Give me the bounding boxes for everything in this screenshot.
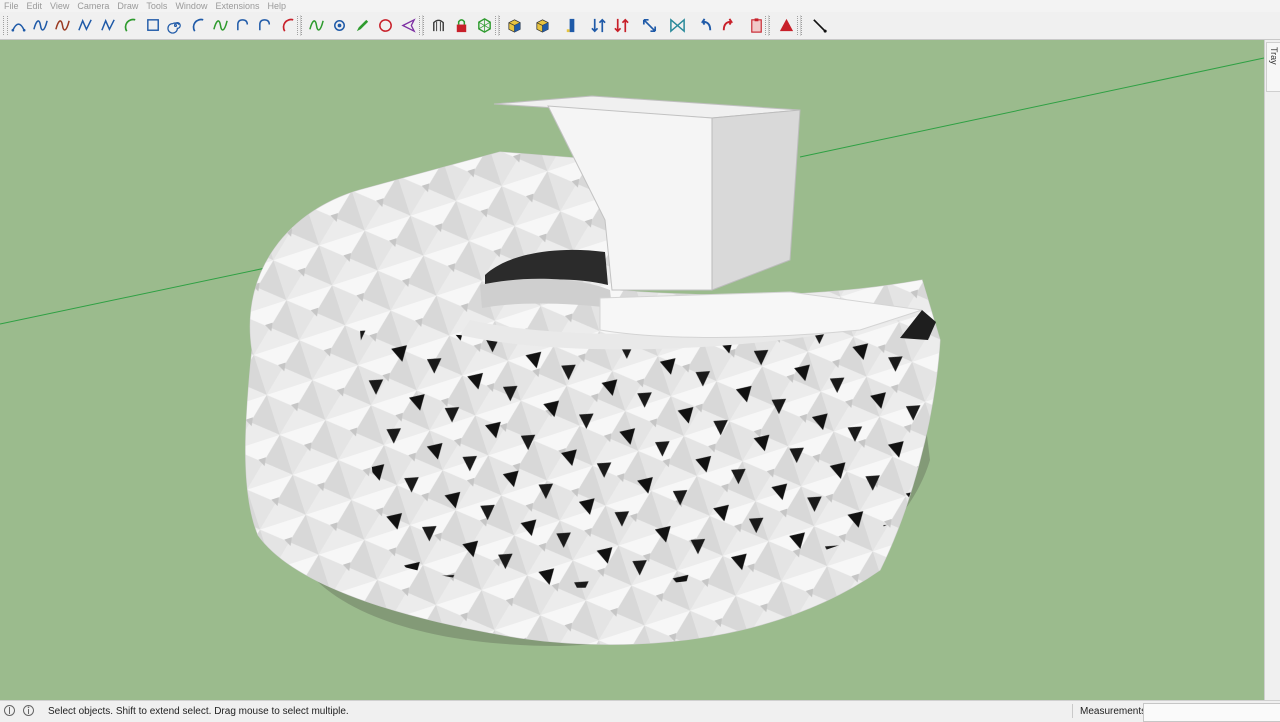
menu-window[interactable]: Window xyxy=(171,1,211,11)
solid-cube-button[interactable] xyxy=(532,15,553,36)
arch-curve-icon xyxy=(259,19,271,31)
spiral-button[interactable] xyxy=(165,15,186,36)
menu-tools[interactable]: Tools xyxy=(142,1,171,11)
status-bar: Select objects. Shift to extend select. … xyxy=(0,700,1280,722)
rectangle-tool-button[interactable] xyxy=(143,15,164,36)
line-draw-icon xyxy=(813,19,827,33)
polygon-circle-icon xyxy=(334,20,345,31)
hexagon-mesh-icon xyxy=(478,18,491,33)
bezier-curve-button[interactable] xyxy=(8,15,29,36)
red-arc-button[interactable] xyxy=(278,15,299,36)
push-pull-cube-icon xyxy=(508,19,521,33)
red-triangle-icon xyxy=(779,18,794,32)
pencil-tool-icon xyxy=(356,19,369,32)
clipboard-button[interactable] xyxy=(746,15,767,36)
spline-tool-icon xyxy=(33,20,48,31)
flip-arrows-button[interactable] xyxy=(611,15,632,36)
freehand-spline-button[interactable] xyxy=(52,15,73,36)
clipboard-icon xyxy=(751,18,762,33)
spiral-icon xyxy=(167,22,181,34)
default-tray[interactable]: Default Tray xyxy=(1264,40,1280,700)
menu-camera[interactable]: Camera xyxy=(73,1,113,11)
undo-curve-button[interactable] xyxy=(695,15,716,36)
toolbar-separator xyxy=(800,15,801,36)
polyline-curve-icon xyxy=(78,18,92,32)
info-icon[interactable] xyxy=(22,704,35,717)
move-up-down-button[interactable] xyxy=(588,15,609,36)
curve-node-button[interactable] xyxy=(98,15,119,36)
spline-tool-button[interactable] xyxy=(30,15,51,36)
toolbar-separator xyxy=(300,15,301,36)
lock-component-icon xyxy=(456,19,467,33)
catenary-curve-button[interactable] xyxy=(233,15,254,36)
green-axis-right xyxy=(799,57,1264,158)
line-weave-button[interactable] xyxy=(306,15,327,36)
measurements-field[interactable] xyxy=(1143,703,1280,722)
geo-location-icon[interactable] xyxy=(3,704,16,717)
status-divider xyxy=(1072,704,1073,718)
menu-edit[interactable]: Edit xyxy=(23,1,47,11)
red-arc-icon xyxy=(282,18,294,32)
pencil-tool-button[interactable] xyxy=(352,15,373,36)
polygon-circle-button[interactable] xyxy=(329,15,350,36)
measurements-label: Measurements xyxy=(1080,706,1147,717)
arc-tool-icon xyxy=(192,18,204,32)
menu-view[interactable]: View xyxy=(46,1,73,11)
red-triangle-button[interactable] xyxy=(776,15,797,36)
scale-diagonal-icon xyxy=(642,18,657,33)
extrude-column-button[interactable] xyxy=(561,15,582,36)
menu-file[interactable]: File xyxy=(0,1,23,11)
hexagon-mesh-button[interactable] xyxy=(474,15,495,36)
tray-label: Default Tray xyxy=(1269,47,1280,76)
freehand-spline-icon xyxy=(55,20,70,31)
box-side-face xyxy=(711,109,801,291)
circle-tool-button[interactable] xyxy=(375,15,396,36)
model-viewport[interactable] xyxy=(0,40,1264,700)
redo-curve-icon xyxy=(722,18,734,31)
arc-green-button[interactable] xyxy=(120,15,141,36)
polyline-curve-button[interactable] xyxy=(75,15,96,36)
catenary-curve-icon xyxy=(237,19,249,31)
lock-component-button[interactable] xyxy=(451,15,472,36)
menu-draw[interactable]: Draw xyxy=(113,1,142,11)
sine-curve-button[interactable] xyxy=(210,15,231,36)
redo-curve-button[interactable] xyxy=(718,15,739,36)
bowtie-frame-icon xyxy=(670,18,685,33)
solid-cube-icon xyxy=(536,19,549,33)
arch-curve-button[interactable] xyxy=(255,15,276,36)
line-draw-button[interactable] xyxy=(809,15,830,36)
bezier-curve-icon xyxy=(11,23,26,32)
line-weave-icon xyxy=(309,20,324,31)
bowtie-frame-button[interactable] xyxy=(667,15,688,36)
shell-component-button[interactable] xyxy=(428,15,449,36)
menu-extensions[interactable]: Extensions xyxy=(211,1,263,11)
rectangle-tool-icon xyxy=(147,19,159,31)
arc-tool-button[interactable] xyxy=(188,15,209,36)
tray-tab[interactable]: Default Tray xyxy=(1266,42,1280,92)
push-pull-cube-button[interactable] xyxy=(504,15,525,36)
model-canvas[interactable] xyxy=(0,40,1264,700)
curve-node-icon xyxy=(101,18,115,32)
undo-curve-icon xyxy=(700,18,712,31)
shell-component-icon xyxy=(433,19,444,32)
toolbar-separator xyxy=(498,15,499,36)
scale-diagonal-button[interactable] xyxy=(639,15,660,36)
green-axis-left xyxy=(0,265,276,325)
wedge-tool-icon xyxy=(401,18,416,33)
arc-green-icon xyxy=(124,18,136,32)
move-up-down-icon xyxy=(591,18,606,33)
menu-bar: File Edit View Camera Draw Tools Window Extensi… xyxy=(0,0,1280,12)
flip-arrows-icon xyxy=(614,18,629,33)
toolbar-separator xyxy=(422,15,423,36)
wedge-tool-button[interactable] xyxy=(398,15,419,36)
circle-tool-icon xyxy=(379,19,392,32)
toolbar xyxy=(0,12,1280,40)
menu-help[interactable]: Help xyxy=(263,1,290,11)
extrude-column-icon xyxy=(566,18,575,33)
status-message: Select objects. Shift to extend select. … xyxy=(48,706,349,717)
toolbar-separator xyxy=(768,15,769,36)
sine-curve-icon xyxy=(213,20,228,31)
